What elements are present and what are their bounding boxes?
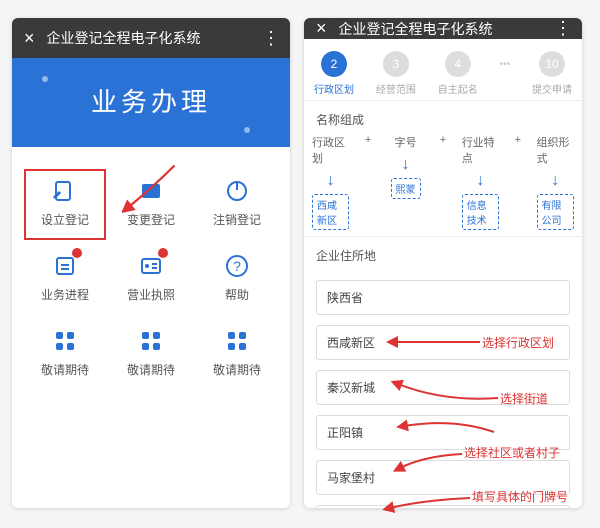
- tile-label: 帮助: [225, 286, 249, 303]
- folder-icon: [137, 177, 165, 205]
- step-number: 10: [539, 51, 565, 77]
- arrow-down-icon: ↓: [327, 172, 335, 190]
- grid4-icon: [51, 327, 79, 355]
- step-ellipsis-icon: •••: [500, 59, 511, 70]
- tile-placeholder[interactable]: 敬请期待: [108, 317, 194, 392]
- nc-head: 行业特点: [462, 134, 499, 166]
- nc-head: 行政区划: [312, 134, 349, 166]
- address-newcity-select[interactable]: 秦汉新城: [316, 370, 570, 405]
- close-icon[interactable]: ×: [316, 18, 327, 39]
- step-label: 自主起名: [438, 81, 478, 96]
- tile-change-registration[interactable]: 变更登记: [108, 167, 194, 242]
- address-doorno-input[interactable]: 科技路1: [316, 505, 570, 508]
- arrow-down-icon: ↓: [402, 156, 410, 174]
- right-phone: × 企业登记全程电子化系统 ⋮ 2 行政区划 3 经营范围 4 自主起名 •••…: [304, 18, 582, 508]
- nc-value: 信息技术: [462, 194, 499, 230]
- tile-label: 敬请期待: [41, 361, 89, 378]
- more-icon[interactable]: ⋮: [262, 28, 278, 49]
- power-icon: [223, 177, 251, 205]
- step-number: 2: [321, 51, 347, 77]
- step-submit[interactable]: 10 提交申请: [532, 51, 572, 96]
- tile-placeholder[interactable]: 敬请期待: [194, 317, 280, 392]
- step-scope[interactable]: 3 经营范围: [376, 51, 416, 96]
- help-icon: ?: [223, 252, 251, 280]
- step-naming[interactable]: 4 自主起名: [438, 51, 478, 96]
- section-address: 企业住所地: [304, 236, 582, 270]
- step-number: 4: [445, 51, 471, 77]
- wizard-steps: 2 行政区划 3 经营范围 4 自主起名 ••• 10 提交申请: [304, 39, 582, 100]
- notification-badge-icon: [72, 248, 82, 258]
- arrow-down-icon: ↓: [476, 172, 484, 190]
- nc-head: 组织形式: [537, 134, 574, 166]
- tile-help[interactable]: ? 帮助: [194, 242, 280, 317]
- step-number: 3: [383, 51, 409, 77]
- arrow-down-icon: ↓: [551, 172, 559, 190]
- tile-label: 敬请期待: [213, 361, 261, 378]
- appbar-title: 企业登记全程电子化系统: [339, 19, 493, 39]
- tile-label: 注销登记: [213, 211, 261, 228]
- nc-head: 字号: [395, 134, 417, 150]
- plus-icon: +: [499, 134, 536, 230]
- edit-doc-icon: [51, 177, 79, 205]
- step-region[interactable]: 2 行政区划: [314, 51, 354, 96]
- banner-subtitle: [12, 147, 290, 161]
- appbar: × 企业登记全程电子化系统 ⋮: [304, 18, 582, 39]
- tile-label: 变更登记: [127, 211, 175, 228]
- tile-label: 业务进程: [41, 286, 89, 303]
- step-label: 行政区划: [314, 81, 354, 96]
- svg-text:?: ?: [233, 258, 241, 274]
- tile-placeholder[interactable]: 敬请期待: [22, 317, 108, 392]
- close-icon[interactable]: ×: [24, 28, 35, 49]
- nc-value: 熙蒙: [391, 178, 421, 199]
- name-composition-row: 行政区划 ↓ 西咸新区 + 字号 ↓ 熙蒙 + 行业特点 ↓ 信息技术 + 组织…: [304, 134, 582, 236]
- plus-icon: +: [424, 134, 461, 230]
- tile-progress[interactable]: 业务进程: [22, 242, 108, 317]
- tile-label: 设立登记: [41, 211, 89, 228]
- left-phone: × 企业登记全程电子化系统 ⋮ 业务办理 设立登记 变更登记: [12, 18, 290, 508]
- tile-label: 营业执照: [127, 286, 175, 303]
- section-name-composition: 名称组成: [304, 100, 582, 134]
- address-province-select[interactable]: 陕西省: [316, 280, 570, 315]
- appbar-title: 企业登记全程电子化系统: [47, 28, 201, 48]
- nc-value: 西咸新区: [312, 194, 349, 230]
- tile-cancel-registration[interactable]: 注销登记: [194, 167, 280, 242]
- grid4-icon: [223, 327, 251, 355]
- grid4-icon: [137, 327, 165, 355]
- address-town-select[interactable]: 正阳镇: [316, 415, 570, 450]
- appbar: × 企业登记全程电子化系统 ⋮: [12, 18, 290, 58]
- notification-badge-icon: [158, 248, 168, 258]
- plus-icon: +: [349, 134, 386, 230]
- step-label: 提交申请: [532, 81, 572, 96]
- banner-title: 业务办理: [91, 87, 211, 117]
- step-label: 经营范围: [376, 81, 416, 96]
- tile-setup-registration[interactable]: 设立登记: [22, 167, 108, 242]
- tile-license[interactable]: 营业执照: [108, 242, 194, 317]
- address-village-select[interactable]: 马家堡村: [316, 460, 570, 495]
- nc-value: 有限公司: [537, 194, 574, 230]
- address-district-select[interactable]: 西咸新区: [316, 325, 570, 360]
- more-icon[interactable]: ⋮: [554, 18, 570, 39]
- tile-label: 敬请期待: [127, 361, 175, 378]
- banner: 业务办理: [12, 58, 290, 147]
